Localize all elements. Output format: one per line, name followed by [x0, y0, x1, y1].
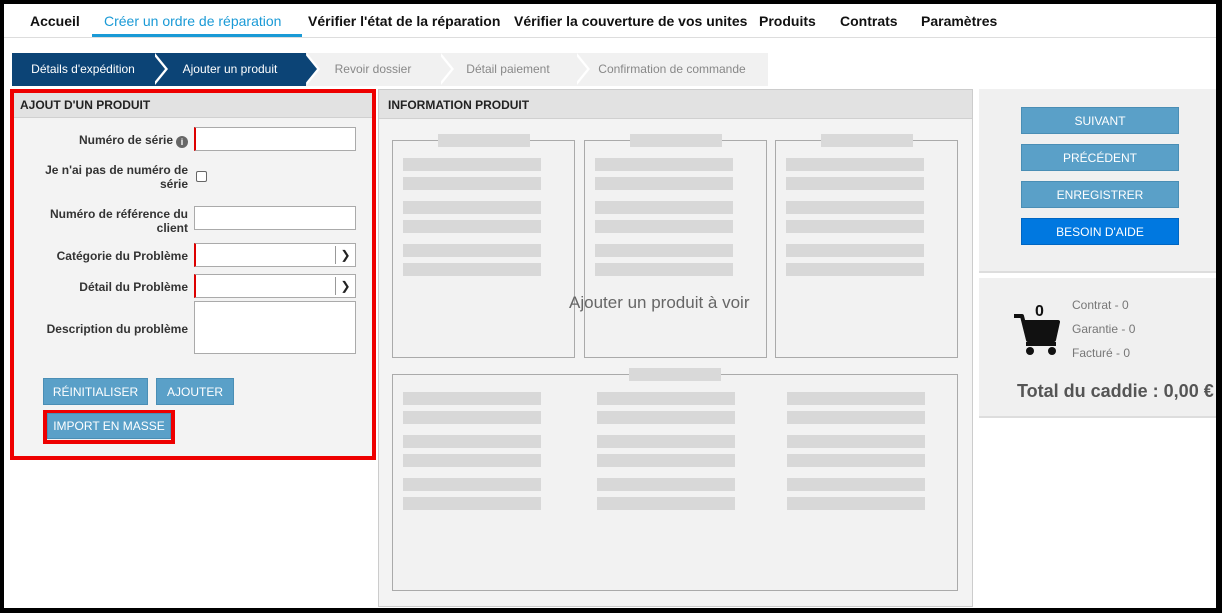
skeleton-card [584, 134, 767, 358]
cart-warranty-count: Garantie - 0 [1072, 322, 1136, 336]
client-reference-label: Numéro de référence du client [49, 207, 188, 235]
step-payment-detail[interactable]: Détail paiement [440, 53, 576, 86]
nav-check-coverage[interactable]: Vérifier la couverture de vos unites [514, 13, 747, 29]
top-navigation: Accueil Créer un ordre de réparation Vér… [4, 4, 1216, 38]
step-shipping-details[interactable]: Détails d'expédition [12, 53, 154, 86]
nav-check-repair-status[interactable]: Vérifier l'état de la réparation [308, 13, 500, 29]
add-product-panel: AJOUT D'UN PRODUIT Numéro de série i Je n… [10, 89, 376, 460]
nav-create-repair-order[interactable]: Créer un ordre de réparation [104, 13, 281, 29]
cart-panel: 0 Contrat - 0 Garantie - 0 Facturé - 0 T… [979, 278, 1216, 418]
nav-settings[interactable]: Paramètres [921, 13, 997, 29]
step-arrow [304, 53, 317, 85]
skeleton-card [775, 134, 958, 358]
product-info-title: INFORMATION PRODUIT [379, 90, 972, 119]
reset-button[interactable]: RÉINITIALISER [43, 378, 148, 405]
cart-billed-count: Facturé - 0 [1072, 346, 1131, 360]
nav-accueil[interactable]: Accueil [30, 13, 80, 29]
chevron-down-icon[interactable]: ❯ [335, 277, 355, 295]
chevron-down-icon[interactable]: ❯ [335, 246, 355, 264]
save-button[interactable]: ENREGISTRER [1021, 181, 1179, 208]
add-product-title: AJOUT D'UN PRODUIT [14, 93, 372, 118]
cart-total: Total du caddie : 0,00 € [1017, 381, 1214, 401]
info-icon[interactable]: i [176, 136, 188, 148]
product-info-panel: INFORMATION PRODUIT Ajouter un produit à… [378, 89, 973, 607]
problem-category-label: Catégorie du Problème [56, 249, 188, 263]
help-button[interactable]: BESOIN D'AIDE [1021, 218, 1179, 245]
skeleton-card [392, 134, 575, 358]
bulk-import-button[interactable]: IMPORT EN MASSE [47, 413, 171, 439]
step-review-file[interactable]: Revoir dossier [306, 53, 440, 86]
no-serial-label: Je n'ai pas de numéro de série [45, 163, 188, 191]
step-arrow [438, 53, 451, 85]
nav-contracts[interactable]: Contrats [840, 13, 898, 29]
cart-count-badge: 0 [1035, 303, 1044, 320]
step-add-product[interactable]: Ajouter un produit [154, 53, 306, 86]
add-button[interactable]: AJOUTER [156, 378, 234, 405]
step-arrow [574, 53, 587, 85]
problem-detail-label: Détail du Problème [79, 280, 188, 294]
scrollbar-thumb[interactable] [1217, 584, 1220, 606]
problem-category-select[interactable]: ❯ [194, 243, 356, 267]
description-label: Description du problème [46, 322, 188, 336]
description-textarea[interactable] [194, 301, 356, 354]
app-frame: Accueil Créer un ordre de réparation Vér… [0, 0, 1222, 613]
step-arrow [152, 53, 165, 85]
no-serial-checkbox[interactable] [196, 171, 207, 182]
step-order-confirmation[interactable]: Confirmation de commande [576, 53, 768, 86]
problem-detail-select[interactable]: ❯ [194, 274, 356, 298]
empty-state-text: Ajouter un produit à voir [569, 293, 750, 312]
serial-number-input[interactable] [194, 127, 356, 151]
nav-products[interactable]: Produits [759, 13, 816, 29]
cart-contract-count: Contrat - 0 [1072, 298, 1129, 312]
actions-panel: SUIVANT PRÉCÉDENT ENREGISTRER BESOIN D'A… [979, 89, 1216, 273]
wizard-steps: Détails d'expédition Ajouter un produit … [12, 53, 772, 86]
serial-number-label: Numéro de série i [79, 133, 188, 148]
next-button[interactable]: SUIVANT [1021, 107, 1179, 134]
client-reference-input[interactable] [194, 206, 356, 230]
active-tab-underline [92, 34, 302, 37]
skeleton-card-wide [392, 368, 958, 591]
previous-button[interactable]: PRÉCÉDENT [1021, 144, 1179, 171]
